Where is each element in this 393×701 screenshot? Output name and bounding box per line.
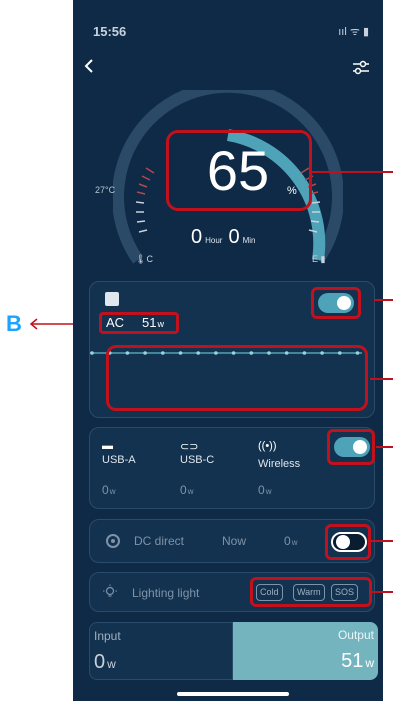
output-value: 51 w xyxy=(341,650,374,672)
annotation-line-ac-toggle xyxy=(374,299,393,301)
light-bulb-icon xyxy=(103,584,117,597)
temperature-label: 27°C xyxy=(95,185,116,195)
light-mode-sos[interactable]: SOS xyxy=(331,584,359,601)
phone-screen: 15:56 ııl ᯤ ▮ 27°C 65 % 0 Hour 0 Min 🌡C E ▮ xyxy=(73,0,383,701)
wireless-charging-icon: ((•)) xyxy=(258,440,277,452)
dc-watts: 0w xyxy=(284,534,298,548)
output-label: Output xyxy=(337,628,374,642)
annotation-line-usb-toggle xyxy=(376,446,393,448)
status-time: 15:56 xyxy=(93,24,127,39)
annotation-line-percent xyxy=(312,171,393,173)
usb-output-card: ▬ USB-A ⊂⊃ USB-C ((•)) Wireless 0w 0w 0w xyxy=(89,427,375,509)
gauge-high-label: E ▮ xyxy=(312,254,326,264)
usb-c-icon: ⊂⊃ xyxy=(180,441,199,453)
home-indicator xyxy=(177,692,289,696)
hours-unit: Hour xyxy=(205,236,223,245)
wireless-port: ((•)) Wireless xyxy=(258,440,301,470)
usb-c-port: ⊂⊃ USB-C xyxy=(180,441,215,466)
gauge-low-label: 🌡C xyxy=(135,254,153,264)
minutes-unit: Min xyxy=(242,236,256,245)
lighting-label: Lighting light xyxy=(132,586,200,600)
dc-direct-card: DC direct Now 0w xyxy=(89,519,375,563)
usb-toggle[interactable] xyxy=(334,437,370,457)
dc-toggle[interactable] xyxy=(331,532,367,552)
io-summary: Input 0w Output 51 w xyxy=(89,622,378,680)
light-mode-cold[interactable]: Cold xyxy=(256,584,283,601)
usb-c-watts: 0w xyxy=(180,483,194,497)
ac-outlet-icon xyxy=(105,292,119,306)
usb-a-port: ▬ USB-A xyxy=(102,440,136,466)
ac-toggle[interactable] xyxy=(318,293,354,313)
dc-radio-icon xyxy=(106,534,120,548)
annotation-b: B xyxy=(6,311,22,336)
graph-highlight-box xyxy=(106,345,368,411)
dc-label: DC direct xyxy=(134,534,185,548)
ac-watts: 51w xyxy=(142,315,164,330)
hours-value: 0 xyxy=(191,226,203,248)
lighting-card: Lighting light Cold Warm SOS xyxy=(89,572,375,612)
back-arrow-icon[interactable] xyxy=(81,56,97,76)
input-label: Input xyxy=(94,629,121,643)
wireless-watts: 0w xyxy=(258,483,272,497)
graph-point xyxy=(90,351,94,355)
annotation-line-dc-toggle xyxy=(370,540,393,542)
battery-percent: 65 xyxy=(206,139,270,202)
dc-now-label: Now xyxy=(222,534,247,548)
settings-sliders-icon[interactable] xyxy=(351,60,371,76)
output-panel: Output 51 w xyxy=(233,622,378,680)
ac-label: AC xyxy=(106,315,125,330)
battery-percent-unit: % xyxy=(287,185,297,197)
annotation-line-graph xyxy=(370,378,393,380)
light-mode-warm[interactable]: Warm xyxy=(293,584,325,601)
input-panel: Input 0w xyxy=(89,622,233,680)
ac-output-card: AC 51w xyxy=(89,281,375,418)
remaining-time: 0 Hour 0 Min xyxy=(191,226,261,249)
usb-a-watts: 0w xyxy=(102,483,116,497)
status-icons: ııl ᯤ ▮ xyxy=(338,26,369,38)
minutes-value: 0 xyxy=(228,226,240,248)
input-value: 0w xyxy=(94,651,116,673)
usb-a-icon: ▬ xyxy=(102,440,113,452)
annotation-line-lighting xyxy=(371,591,393,593)
